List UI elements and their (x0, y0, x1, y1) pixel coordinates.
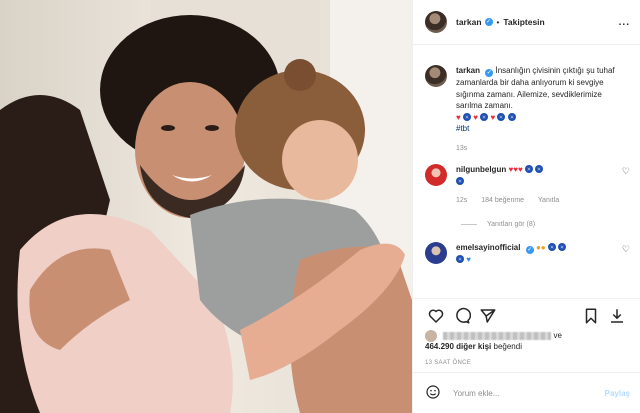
liker-avatar (425, 330, 437, 342)
share-button[interactable] (475, 303, 501, 329)
like-button[interactable] (423, 303, 449, 329)
view-replies-label[interactable]: Yanıtları gör (8) (487, 221, 535, 228)
blue-heart-icon: ♥ (466, 254, 471, 264)
likes-and: ve (553, 331, 562, 341)
instagram-post: tarkan ✓ • Takiptesin ... tarkan ✓ İnsan… (0, 0, 640, 413)
caption-time: 13s (456, 144, 468, 152)
comment-icon (456, 307, 471, 324)
blurred-liker-name (443, 332, 552, 340)
heart-eyes-emoji-icon: ● (540, 242, 546, 252)
caption-emoji-row: ♥ ♥ ♥ (456, 112, 516, 122)
comment-row: emelsayinofficial ✓ ●● ♥ ♡ (413, 241, 640, 266)
caption-text: İnsanlığın çivisinin çıktığı şu tuhaf za… (456, 66, 615, 110)
nazar-icon (456, 254, 464, 263)
comment-likes[interactable]: 184 beğenme (481, 197, 524, 204)
comment-like-heart-icon[interactable]: ♡ (620, 242, 630, 266)
more-options-icon[interactable]: ... (619, 17, 630, 28)
author-username[interactable]: tarkan (456, 17, 482, 27)
view-replies[interactable]: Yanıtları gör (8) (461, 221, 640, 228)
post-timestamp[interactable]: 13 SAAT ÖNCE (425, 360, 471, 366)
comment-like-heart-icon[interactable]: ♡ (620, 164, 630, 207)
red-heart-icon: ♥ (473, 112, 478, 122)
nazar-icon (480, 112, 489, 121)
nazar-icon (456, 176, 464, 185)
author-avatar[interactable] (425, 11, 447, 33)
replies-divider (461, 223, 477, 225)
emoji-picker-icon[interactable] (425, 384, 441, 402)
red-heart-icon: ♥ (490, 112, 496, 122)
author-avatar[interactable] (425, 65, 447, 87)
nazar-icon (535, 165, 544, 173)
family-hug-photo (0, 0, 412, 413)
post-header: tarkan ✓ • Takiptesin ... (413, 0, 640, 45)
comment-username[interactable]: emelsayinofficial (456, 243, 520, 252)
nazar-icon (497, 112, 506, 121)
likes-summary: ve 464.290 diğer kişi beğendi (425, 330, 630, 351)
comment-username[interactable]: nilgunbelgun (456, 165, 506, 174)
post-comment-button[interactable]: Paylaş (605, 389, 630, 398)
likes-count[interactable]: 464.290 diğer kişi (425, 342, 491, 351)
red-heart-icon: ♥ (456, 112, 461, 122)
nazar-icon (547, 242, 556, 251)
verified-badge-icon: ✓ (484, 18, 493, 26)
caption-username[interactable]: tarkan (456, 66, 480, 75)
add-comment-bar: Paylaş (413, 372, 640, 413)
caption: tarkan ✓ İnsanlığın çivisinin çıktığı şu… (413, 65, 640, 154)
hashtag-link[interactable]: #tbt (456, 124, 469, 133)
separator-dot: • (496, 17, 500, 27)
nazar-icon (507, 112, 516, 121)
nazar-icon (524, 165, 533, 173)
comment-time: 12s (456, 197, 468, 204)
likes-suffix: beğendi (493, 342, 522, 351)
nazar-icon (462, 112, 471, 121)
post-side-panel: tarkan ✓ • Takiptesin ... tarkan ✓ İnsan… (412, 0, 640, 413)
comments-list[interactable]: tarkan ✓ İnsanlığın çivisinin çıktığı şu… (413, 45, 640, 297)
verified-badge-icon: ✓ (525, 245, 534, 254)
commenter-avatar[interactable] (425, 164, 447, 186)
reply-button[interactable]: Yanıtla (538, 197, 559, 204)
send-icon (480, 309, 496, 323)
download-button[interactable] (604, 303, 630, 329)
save-button[interactable] (578, 303, 604, 329)
action-bar (413, 298, 640, 333)
nazar-icon (558, 242, 567, 251)
comment-row: nilgunbelgun ♥♥♥ 12s 184 beğenme Yanıtla… (413, 164, 640, 207)
red-heart-icon: ♥ (517, 165, 523, 174)
verified-badge-icon: ✓ (485, 69, 494, 77)
comment-input[interactable] (451, 387, 605, 399)
follow-status-button[interactable]: Takiptesin (503, 17, 544, 27)
download-icon (611, 309, 623, 323)
bookmark-icon (585, 308, 597, 324)
commenter-avatar[interactable] (425, 241, 447, 264)
comment-button[interactable] (449, 303, 475, 329)
post-photo[interactable] (0, 0, 412, 413)
heart-icon (428, 309, 444, 323)
